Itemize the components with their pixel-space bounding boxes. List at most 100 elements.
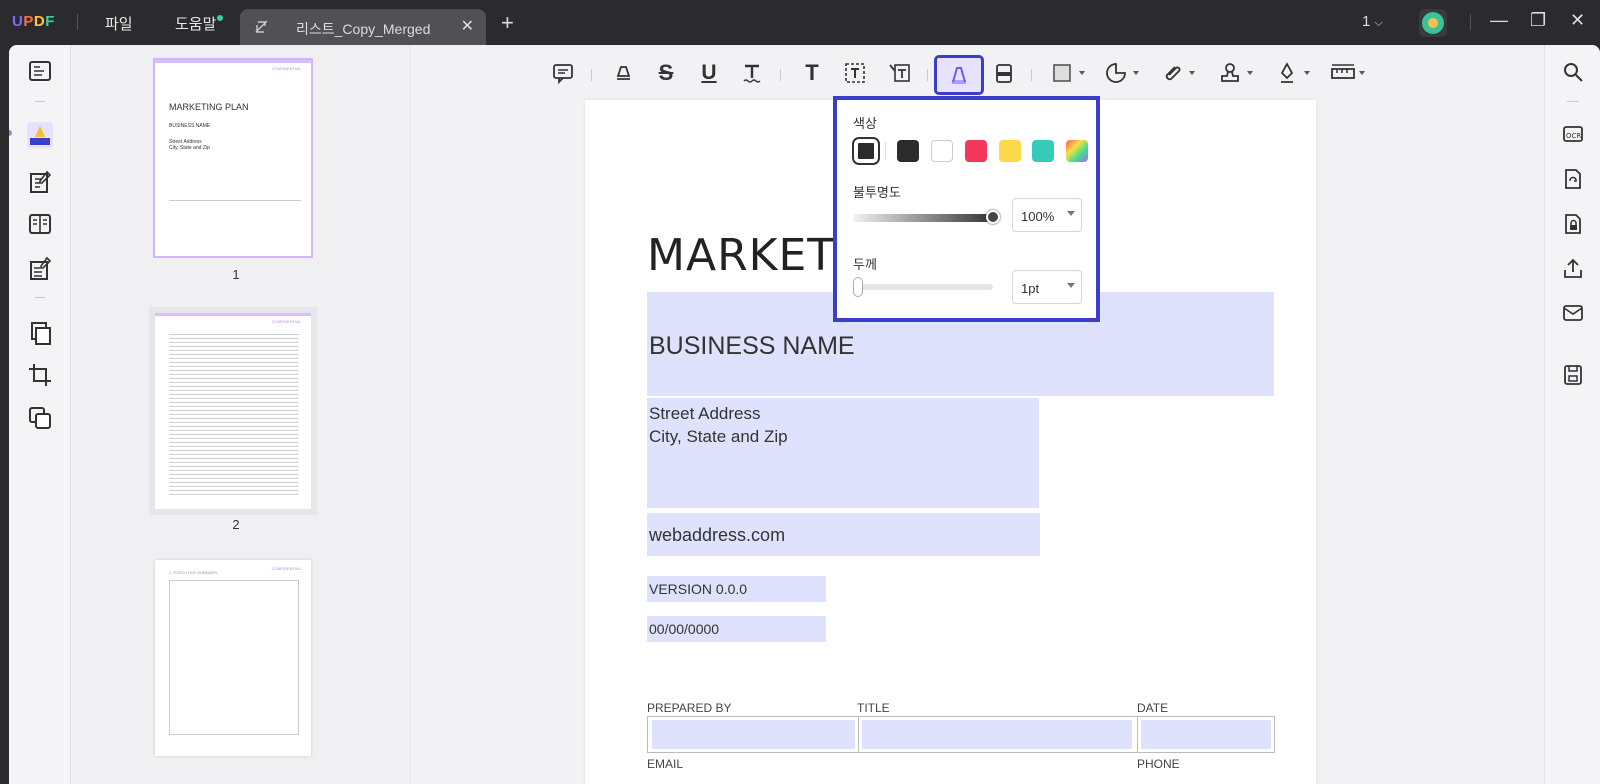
page-number-2: 2	[232, 517, 240, 532]
thumbnail-conf: CONFIDENTIAL	[271, 66, 301, 71]
document-tab[interactable]: 리스트_Copy_Merged ✕	[240, 9, 486, 45]
ocr-icon[interactable]: OCR	[1561, 122, 1585, 146]
search-icon[interactable]	[1561, 60, 1585, 84]
attachment-icon[interactable]	[1159, 59, 1201, 87]
form-icon[interactable]	[27, 256, 53, 282]
color-swatch-red[interactable]	[965, 140, 987, 162]
avatar[interactable]	[1419, 9, 1447, 37]
thumbnail-box	[169, 580, 299, 735]
divider	[927, 69, 928, 81]
chevron-down-icon: ⌵	[1374, 17, 1383, 29]
divider	[77, 14, 78, 30]
organize-pages-icon[interactable]	[27, 211, 53, 237]
save-icon[interactable]	[1561, 363, 1585, 387]
thumbnail-header-bar	[155, 60, 311, 63]
title-input[interactable]	[862, 720, 1132, 749]
thumbnail-header-bar	[155, 313, 311, 316]
thumbnail-addr2: City, State and Zip	[169, 145, 210, 151]
squiggly-icon[interactable]	[738, 59, 766, 87]
convert-icon[interactable]	[1561, 167, 1585, 191]
chevron-down-icon	[1067, 211, 1075, 216]
strikethrough-icon[interactable]: S	[652, 59, 680, 87]
crop-icon[interactable]	[27, 362, 53, 388]
prepared-by-input[interactable]	[652, 720, 855, 749]
city-state-zip: City, State and Zip	[649, 427, 788, 446]
left-toolbar	[9, 45, 71, 784]
protect-icon[interactable]	[1561, 212, 1585, 236]
eraser-icon[interactable]	[990, 59, 1018, 87]
prepared-by-row	[647, 716, 1275, 753]
divider	[1137, 717, 1138, 752]
measure-icon[interactable]	[1329, 59, 1371, 87]
updf-logo: UPDF	[12, 13, 55, 30]
document-title: MARKETII	[647, 230, 864, 281]
reader-mode-icon[interactable]	[27, 58, 53, 84]
pencil-icon[interactable]	[934, 55, 984, 95]
page-thumbnail-1[interactable]: CONFIDENTIAL MARKETING PLAN BUSINESS NAM…	[153, 58, 313, 258]
comment-mode-icon[interactable]	[27, 122, 53, 148]
color-swatch-white[interactable]	[931, 140, 953, 162]
color-swatch-selected[interactable]	[852, 137, 880, 165]
date-field[interactable]: 00/00/0000	[647, 616, 826, 642]
share-icon[interactable]	[1561, 257, 1585, 281]
svg-text:OCR: OCR	[1566, 132, 1581, 140]
thickness-label: 두께	[853, 257, 877, 272]
page-thumbnail-2[interactable]: CONFIDENTIAL	[149, 307, 317, 515]
shape-icon[interactable]	[1049, 59, 1091, 87]
email-icon[interactable]	[1561, 301, 1585, 325]
color-swatch-teal[interactable]	[1032, 140, 1054, 162]
color-swatch-custom[interactable]	[1066, 140, 1088, 162]
menu-help-label: 도움말	[175, 16, 217, 33]
prepared-by-label: PREPARED BY	[647, 701, 732, 715]
batch-icon[interactable]	[27, 405, 53, 431]
thickness-slider-handle[interactable]	[853, 277, 863, 297]
tab-close-icon[interactable]: ✕	[461, 16, 474, 36]
text-icon[interactable]: T	[798, 59, 826, 87]
thumbnail-table	[169, 200, 301, 236]
annotation-toolbar: S U T	[411, 45, 1544, 99]
menu-file[interactable]: 파일	[105, 13, 133, 34]
close-window-button[interactable]: ✕	[1570, 10, 1585, 31]
opacity-slider[interactable]	[853, 214, 993, 222]
restore-button[interactable]: ❐	[1530, 10, 1546, 31]
signature-icon[interactable]	[1274, 59, 1316, 87]
menu-help[interactable]: 도움말	[175, 13, 224, 34]
page-selector-value: 1	[1362, 13, 1371, 30]
address-field[interactable]: Street Address City, State and Zip	[647, 398, 1039, 508]
minimize-button[interactable]: —	[1490, 10, 1508, 31]
thickness-value: 1pt	[1021, 281, 1040, 296]
opacity-select[interactable]: 100%	[1012, 198, 1082, 232]
phone-label: PHONE	[1137, 757, 1180, 771]
thumbnail-conf: CONFIDENTIAL	[271, 566, 301, 571]
color-label: 색상	[853, 116, 877, 131]
thickness-select[interactable]: 1pt	[1012, 270, 1082, 304]
thickness-slider[interactable]	[853, 284, 993, 290]
date-input[interactable]	[1141, 720, 1271, 749]
tab-title: 리스트_Copy_Merged	[296, 21, 431, 37]
notification-dot	[217, 15, 224, 21]
web-address-field[interactable]: webaddress.com	[647, 513, 1040, 556]
app-body: CONFIDENTIAL MARKETING PLAN BUSINESS NAM…	[9, 45, 1600, 784]
opacity-slider-handle[interactable]	[986, 210, 1000, 224]
page-selector[interactable]: 1 ⌵	[1362, 13, 1383, 30]
color-swatch-black[interactable]	[897, 140, 919, 162]
text-callout-icon[interactable]	[885, 59, 913, 87]
thumbnail-toc-lines	[169, 331, 299, 496]
tab-document-icon	[254, 19, 270, 40]
page-thumbnail-3[interactable]: CONFIDENTIAL 1. EXECUTIVE SUMMARY	[155, 560, 311, 756]
version-field[interactable]: VERSION 0.0.0	[647, 576, 826, 602]
comment-icon[interactable]	[549, 59, 577, 87]
divider	[591, 69, 592, 81]
chevron-down-icon	[1067, 283, 1075, 288]
divider	[858, 717, 859, 752]
page-number-1: 1	[232, 267, 240, 282]
highlight-icon[interactable]	[609, 59, 637, 87]
color-swatch-yellow[interactable]	[999, 140, 1021, 162]
stamp-icon[interactable]	[1217, 59, 1259, 87]
sticker-icon[interactable]	[1103, 59, 1145, 87]
edit-pdf-icon[interactable]	[27, 169, 53, 195]
text-box-icon[interactable]	[841, 59, 869, 87]
underline-icon[interactable]: U	[695, 59, 723, 87]
new-tab-button[interactable]: +	[501, 10, 514, 36]
copy-pages-icon[interactable]	[27, 320, 53, 346]
